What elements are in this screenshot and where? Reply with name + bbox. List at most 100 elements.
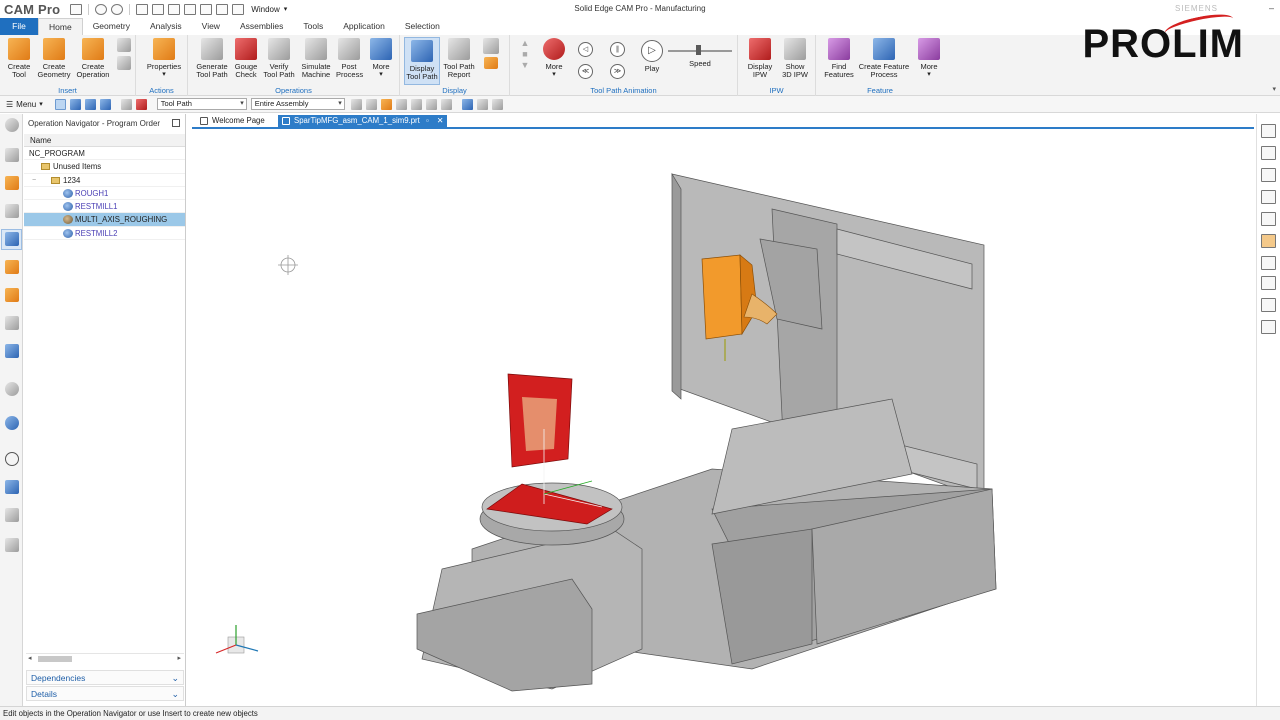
filter-icon[interactable] (69, 98, 81, 110)
show-hide-icon[interactable] (1261, 320, 1276, 334)
play-button[interactable]: ▷ (641, 40, 663, 62)
quick-pick-icon[interactable] (395, 98, 407, 110)
display-tool-path-button[interactable]: Display Tool Path (404, 37, 440, 85)
save-icon[interactable] (70, 3, 83, 15)
web-browser-icon[interactable] (5, 416, 19, 430)
face-filter-icon[interactable] (425, 98, 437, 110)
show-3d-ipw-button[interactable]: Show 3D IPW (778, 38, 812, 79)
menu-button[interactable]: ☰ Menu ▾ (6, 100, 43, 109)
deselect-icon[interactable] (120, 98, 132, 110)
paste-icon[interactable] (168, 3, 181, 15)
tree-row-multi-axis-roughing[interactable]: MULTI_AXIS_ROUGHING (24, 213, 185, 227)
select-all-icon[interactable] (99, 98, 111, 110)
machining-feature-navigator-icon[interactable] (5, 288, 19, 302)
post-process-button[interactable]: Post Process (336, 38, 363, 79)
solid-filter-icon[interactable] (440, 98, 452, 110)
fit-view-icon[interactable] (1261, 124, 1276, 138)
gear-icon[interactable] (5, 118, 19, 132)
horizontal-scrollbar[interactable]: ◂ ▸ (26, 653, 184, 663)
pan-icon[interactable] (1261, 190, 1276, 204)
create-operation-button[interactable]: Create Operation (74, 38, 112, 79)
properties-button[interactable]: Properties ▾ (144, 38, 184, 79)
details-panel[interactable]: Details ⌄ (26, 686, 184, 701)
snap-point-icon[interactable] (365, 98, 377, 110)
system-materials-icon[interactable] (5, 538, 19, 552)
find-features-button[interactable]: Find Features (822, 38, 856, 79)
window-icon[interactable] (232, 3, 245, 15)
step-arrows[interactable]: ▲ ■ ▼ (518, 38, 532, 71)
switch-window-icon[interactable] (216, 3, 229, 15)
clock-icon[interactable] (5, 452, 19, 466)
tool-path-report-button[interactable]: Tool Path Report (442, 38, 476, 79)
dependencies-panel[interactable]: Dependencies ⌄ (26, 670, 184, 685)
scroll-left-icon[interactable]: ◂ (28, 654, 32, 662)
section-view-icon[interactable] (1261, 298, 1276, 312)
tree-row-nc-program[interactable]: NC_PROGRAM (24, 147, 185, 161)
scroll-thumb[interactable] (38, 656, 72, 662)
orient-view-icon[interactable] (1261, 212, 1276, 226)
repeat-command-icon[interactable] (200, 3, 213, 15)
tab-selection[interactable]: Selection (395, 18, 450, 35)
tab-geometry[interactable]: Geometry (83, 18, 140, 35)
snap-icon[interactable] (84, 98, 96, 110)
mcs-display-icon[interactable] (1261, 276, 1276, 290)
settings-icon[interactable] (491, 98, 503, 110)
assembly-navigator-icon[interactable] (5, 148, 19, 162)
reuse-library-icon[interactable] (5, 204, 19, 218)
create-feature-process-button[interactable]: Create Feature Process (858, 38, 910, 79)
tree-row-unused-items[interactable]: Unused Items (24, 160, 185, 174)
gouge-check-button[interactable]: Gouge Check (232, 38, 260, 79)
feature-filter-icon[interactable] (380, 98, 392, 110)
cut-icon[interactable] (136, 3, 149, 15)
ribbon-collapse-icon[interactable]: ▾ (1272, 85, 1276, 93)
delete-icon[interactable] (184, 3, 197, 15)
minimize-icon[interactable]: – (1269, 3, 1274, 13)
tree-row-rough1[interactable]: ROUGH1 (24, 187, 185, 201)
analysis-icon[interactable] (5, 508, 19, 522)
animation-more-button[interactable]: More ▾ (540, 38, 568, 79)
display-ipw-button[interactable]: Display IPW (744, 38, 776, 79)
select-icon[interactable] (54, 98, 66, 110)
body-filter-icon[interactable] (410, 98, 422, 110)
speed-slider-thumb[interactable] (696, 45, 701, 55)
copy-icon[interactable] (152, 3, 165, 15)
display-options-button[interactable] (480, 38, 502, 72)
rewind-button[interactable]: ◁ (578, 42, 593, 57)
part-navigator-icon[interactable] (5, 176, 19, 190)
step-forward-button[interactable]: ≫ (610, 64, 625, 79)
show-hide-icon[interactable] (476, 98, 488, 110)
roles-icon[interactable] (5, 316, 19, 330)
tab-active-part[interactable]: SparTipMFG_asm_CAM_1_sim9.prt ▫ ✕ (278, 115, 448, 127)
insert-extra-button[interactable] (115, 38, 133, 73)
maximize-icon[interactable] (172, 119, 180, 127)
feature-more-button[interactable]: More ▾ (916, 38, 942, 79)
undo-icon[interactable] (95, 3, 108, 15)
tree-row-restmill2[interactable]: RESTMILL2 (24, 227, 185, 241)
view-options-icon[interactable] (461, 98, 473, 110)
zoom-icon[interactable] (1261, 168, 1276, 182)
selection-options-icon[interactable] (350, 98, 362, 110)
tab-home[interactable]: Home (38, 18, 83, 35)
view-triad[interactable] (215, 625, 259, 654)
highlight-icon[interactable] (135, 98, 147, 110)
verify-tool-path-button[interactable]: Verify Tool Path (262, 38, 296, 79)
create-geometry-button[interactable]: Create Geometry (35, 38, 73, 79)
kinematics-icon[interactable] (5, 480, 19, 494)
redo-icon[interactable] (111, 3, 124, 15)
operations-more-button[interactable]: More ▾ (368, 38, 394, 79)
step-back-button[interactable]: ≪ (578, 64, 593, 79)
close-icon[interactable]: ✕ (437, 116, 444, 125)
tab-analysis[interactable]: Analysis (140, 18, 192, 35)
scroll-right-icon[interactable]: ▸ (177, 654, 181, 662)
render-style-icon[interactable] (1261, 234, 1276, 248)
operation-navigator-icon[interactable] (5, 232, 19, 246)
tree-row-restmill1[interactable]: RESTMILL1 (24, 200, 185, 214)
graphics-window[interactable] (192, 127, 1254, 705)
history-icon[interactable] (5, 344, 19, 358)
scope-select[interactable]: Entire Assembly (250, 98, 345, 110)
tab-assemblies[interactable]: Assemblies (230, 18, 293, 35)
create-tool-button[interactable]: Create Tool (4, 38, 34, 79)
tab-application[interactable]: Application (333, 18, 395, 35)
stop-button[interactable]: ∥ (610, 42, 625, 57)
machine-tool-navigator-icon[interactable] (5, 260, 19, 274)
